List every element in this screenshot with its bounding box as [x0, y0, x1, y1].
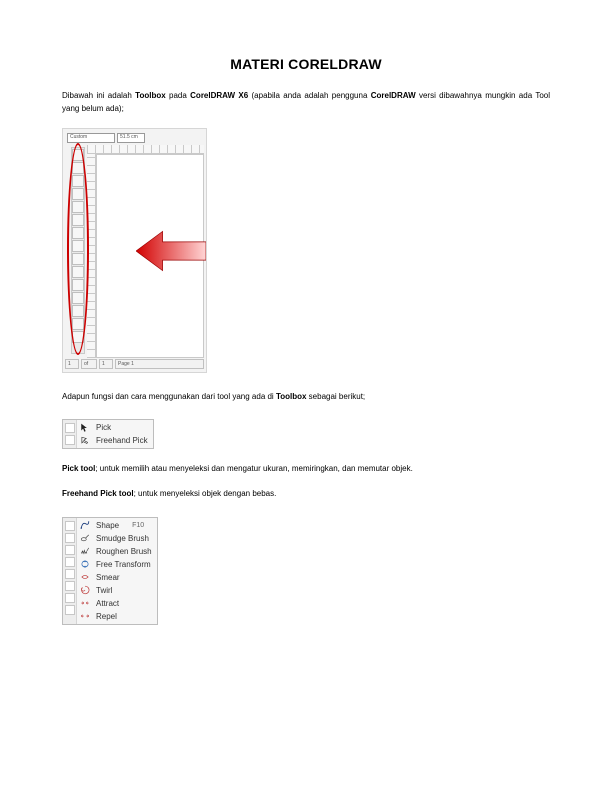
lasso-icon: [79, 435, 91, 447]
tool-button: [72, 279, 84, 291]
status-cell: 1: [65, 359, 79, 369]
mini-tool-icon: [65, 435, 75, 445]
flyout-item-label: Pick: [96, 423, 111, 432]
mini-tool-icon: [65, 521, 75, 531]
tool-button: [72, 305, 84, 317]
mini-tool-icon: [65, 593, 75, 603]
shape-flyout-screenshot: Shape F10 Smudge Brush Roughen Brush Fre…: [62, 517, 158, 625]
status-bar: 1 of 1 Page 1: [65, 359, 204, 370]
twirl-icon: [79, 584, 91, 596]
transform-icon: [79, 558, 91, 570]
text-bold: Pick tool: [62, 464, 95, 473]
flyout-item-label: Freehand Pick: [96, 436, 148, 445]
text-bold: Freehand Pick tool: [62, 489, 134, 498]
tool-button: [72, 162, 84, 174]
flyout-item: Roughen Brush: [79, 545, 152, 558]
flyout-item: Smear: [79, 571, 152, 584]
flyout-item-shortcut: F10: [132, 522, 144, 529]
ruler-horizontal: [87, 145, 204, 154]
flyout-item: Free Transform: [79, 558, 152, 571]
mini-tool-icon: [65, 605, 75, 615]
tool-button: [72, 227, 84, 239]
ruler-vertical: [87, 154, 96, 358]
mini-tool-icon: [65, 533, 75, 543]
mini-tool-icon: [65, 581, 75, 591]
text-bold: CorelDRAW X6: [190, 91, 248, 100]
flyout-menu: Pick Freehand Pick: [77, 420, 153, 448]
flyout-item-label: Smear: [96, 573, 120, 582]
page-title: MATERI CORELDRAW: [62, 56, 550, 72]
tool-button: [72, 331, 84, 343]
flyout-item-label: Attract: [96, 599, 119, 608]
flyout-item-label: Shape: [96, 521, 119, 530]
text: ; untuk menyeleksi objek dengan bebas.: [134, 489, 277, 498]
text: sebagai berikut;: [306, 392, 365, 401]
mini-tool-icon: [65, 545, 75, 555]
tool-button: [72, 149, 84, 161]
document-page: MATERI CORELDRAW Dibawah ini adalah Tool…: [0, 0, 612, 679]
screenshot-topbar: Custom 51.5 cm: [67, 133, 202, 144]
flyout-toolstrip: [63, 420, 77, 448]
tool-button: [72, 188, 84, 200]
flyout-item: Pick: [79, 421, 148, 434]
tool-button: [72, 201, 84, 213]
freehand-pick-description: Freehand Pick tool; untuk menyeleksi obj…: [62, 488, 550, 501]
toolbox-screenshot: Custom 51.5 cm: [62, 128, 207, 373]
smear-icon: [79, 571, 91, 583]
intro-paragraph: Dibawah ini adalah Toolbox pada CorelDRA…: [62, 90, 550, 116]
tool-button: [72, 266, 84, 278]
flyout-item: Twirl: [79, 584, 152, 597]
tool-button: [72, 318, 84, 330]
pick-flyout-screenshot: Pick Freehand Pick: [62, 419, 154, 449]
flyout-item: Freehand Pick: [79, 434, 148, 447]
toolbox-column: [71, 147, 85, 354]
flyout-item: Shape F10: [79, 519, 152, 532]
flyout-item-label: Repel: [96, 612, 117, 621]
repel-icon: [79, 610, 91, 622]
text-bold: Toolbox: [276, 392, 307, 401]
text: pada: [166, 91, 190, 100]
page-size-dropdown: Custom: [67, 133, 115, 143]
flyout-menu: Shape F10 Smudge Brush Roughen Brush Fre…: [77, 518, 157, 624]
tool-button: [72, 292, 84, 304]
tool-button: [72, 240, 84, 252]
text: Dibawah ini adalah: [62, 91, 135, 100]
flyout-item-label: Smudge Brush: [96, 534, 149, 543]
flyout-item-label: Roughen Brush: [96, 547, 152, 556]
flyout-item-label: Twirl: [96, 586, 112, 595]
smudge-icon: [79, 532, 91, 544]
status-cell: 1: [99, 359, 113, 369]
tool-button: [72, 214, 84, 226]
roughen-icon: [79, 545, 91, 557]
mini-tool-icon: [65, 569, 75, 579]
mini-tool-icon: [65, 423, 75, 433]
text: Adapun fungsi dan cara menggunakan dari …: [62, 392, 276, 401]
flyout-toolstrip: [63, 518, 77, 624]
dim-field-1: 51.5 cm: [117, 133, 145, 143]
pick-description: Pick tool; untuk memilih atau menyeleksi…: [62, 463, 550, 476]
flyout-item-label: Free Transform: [96, 560, 151, 569]
flyout-item: Smudge Brush: [79, 532, 152, 545]
text-bold: CorelDRAW: [371, 91, 416, 100]
paragraph-2: Adapun fungsi dan cara menggunakan dari …: [62, 391, 550, 404]
text: ; untuk memilih atau menyeleksi dan meng…: [95, 464, 413, 473]
mini-tool-icon: [65, 557, 75, 567]
tool-button: [72, 253, 84, 265]
status-cell: of: [81, 359, 97, 369]
status-page-label: Page 1: [115, 359, 204, 369]
shape-icon: [79, 519, 91, 531]
pointer-arrow-icon: [136, 229, 206, 273]
tool-button: [72, 175, 84, 187]
cursor-icon: [79, 422, 91, 434]
text: (apabila anda adalah pengguna: [248, 91, 371, 100]
attract-icon: [79, 597, 91, 609]
text-bold: Toolbox: [135, 91, 166, 100]
flyout-item: Repel: [79, 610, 152, 623]
flyout-item: Attract: [79, 597, 152, 610]
